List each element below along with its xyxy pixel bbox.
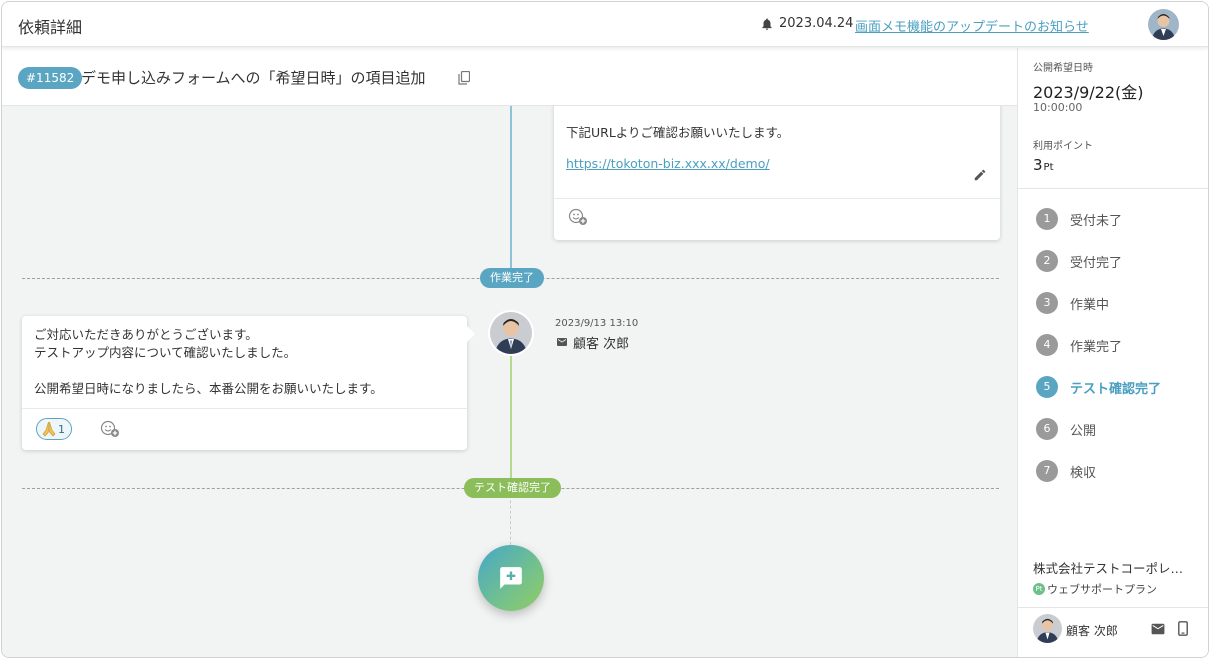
emoji-add-icon[interactable] (100, 420, 120, 438)
step-label: 検収 (1070, 465, 1097, 481)
comment-card: ご対応いただきありがとうございます。 テストアップ内容について確認いたしました。… (22, 316, 475, 450)
publish-time: 10:00:00 (1033, 101, 1083, 114)
step-item[interactable]: 7 検収 (1036, 460, 1096, 482)
user-name: 顧客 次郎 (1066, 624, 1118, 638)
points-number: 3 (1033, 156, 1043, 174)
mail-icon (557, 338, 567, 346)
bell-icon (762, 18, 772, 30)
step-number: 4 (1036, 334, 1058, 356)
notice-date: 2023.04.24 (779, 16, 854, 31)
step-number: 7 (1036, 460, 1058, 482)
step-item[interactable]: 3 作業中 (1036, 292, 1109, 314)
plan-info: Pt ウェブサポートプラン (1033, 581, 1157, 597)
divider (1018, 607, 1208, 608)
request-header: #11582 デモ申し込みフォームへの「希望日時」の項目追加 (2, 48, 1017, 106)
top-bar: 依頼詳細 2023.04.24 画面メモ機能のアップデートのお知らせ (2, 2, 1208, 47)
divider (554, 198, 1000, 199)
plan-icon: Pt (1033, 583, 1045, 595)
message-text: 下記URLよりご確認お願いいたします。 (566, 125, 790, 140)
pray-icon (42, 421, 56, 437)
comment-line: ご対応いただきありがとうございます。 (34, 327, 258, 342)
step-label: 公開 (1070, 423, 1097, 439)
timeline[interactable]: 下記URLよりご確認お願いいたします。 https://tokoton-biz.… (2, 106, 1017, 657)
request-id-badge: #11582 (18, 67, 83, 89)
request-title: デモ申し込みフォームへの「希望日時」の項目追加 (81, 69, 426, 87)
reaction-button[interactable]: 1 (36, 418, 72, 440)
step-number: 1 (1036, 208, 1058, 230)
message-link[interactable]: https://tokoton-biz.xxx.xx/demo/ (566, 156, 770, 171)
step-number: 5 (1036, 376, 1058, 398)
points-unit: Pt (1043, 162, 1054, 173)
right-sidebar: 公開希望日時 2023/9/22(金) 10:00:00 利用ポイント 3 Pt … (1017, 48, 1208, 657)
app-window: 依頼詳細 2023.04.24 画面メモ機能のアップデートのお知らせ #1158… (1, 1, 1209, 658)
message-card: 下記URLよりご確認お願いいたします。 https://tokoton-biz.… (554, 106, 1000, 240)
step-label: 作業完了 (1070, 339, 1123, 355)
points-value: 3Pt (1033, 156, 1054, 174)
step-item[interactable]: 6 公開 (1036, 418, 1096, 440)
divider (22, 408, 467, 409)
plan-label: ウェブサポートプラン (1047, 583, 1157, 596)
step-number: 3 (1036, 292, 1058, 314)
divider (1018, 188, 1208, 189)
phone-icon[interactable] (1178, 621, 1188, 636)
timeline-line (510, 106, 512, 280)
step-item[interactable]: 1 受付未了 (1036, 208, 1122, 230)
timeline-line (510, 350, 512, 490)
step-item[interactable]: 4 作業完了 (1036, 334, 1122, 356)
step-item-active[interactable]: 5 テスト確認完了 (1036, 376, 1161, 398)
avatar (1033, 614, 1062, 643)
company-name: 株式会社テストコーポレ… (1033, 561, 1184, 576)
step-number: 2 (1036, 250, 1058, 272)
status-badge: 作業完了 (480, 268, 544, 288)
timeline-line (510, 490, 511, 550)
publish-date: 2023/9/22(金) (1033, 83, 1144, 102)
reaction-count: 1 (58, 422, 65, 436)
step-number: 6 (1036, 418, 1058, 440)
step-label: 受付未了 (1070, 213, 1123, 229)
step-item[interactable]: 2 受付完了 (1036, 250, 1122, 272)
comment-line: テストアップ内容について確認いたしました。 (34, 345, 297, 360)
comment-author: 顧客 次郎 (573, 337, 630, 352)
publish-label: 公開希望日時 (1033, 63, 1093, 74)
emoji-add-icon[interactable] (568, 208, 588, 226)
mail-icon[interactable] (1151, 623, 1165, 635)
points-label: 利用ポイント (1033, 141, 1093, 152)
avatar (490, 312, 532, 354)
page-title: 依頼詳細 (18, 18, 83, 37)
add-comment-icon (500, 567, 522, 589)
comment-line (34, 362, 383, 380)
comment-timestamp: 2023/9/13 13:10 (555, 318, 639, 329)
status-badge: テスト確認完了 (464, 478, 561, 498)
copy-icon[interactable] (458, 71, 470, 85)
step-label: 作業中 (1070, 297, 1110, 313)
notice-link[interactable]: 画面メモ機能のアップデートのお知らせ (855, 16, 1089, 35)
avatar[interactable] (1148, 9, 1179, 40)
add-comment-button[interactable] (478, 545, 544, 611)
step-label: 受付完了 (1070, 255, 1123, 271)
comment-line: 公開希望日時になりましたら、本番公開をお願いいたします。 (34, 381, 383, 396)
comment-text: ご対応いただきありがとうございます。 テストアップ内容について確認いたしました。… (34, 326, 383, 398)
pencil-icon[interactable] (973, 168, 987, 182)
step-label: テスト確認完了 (1070, 381, 1162, 397)
